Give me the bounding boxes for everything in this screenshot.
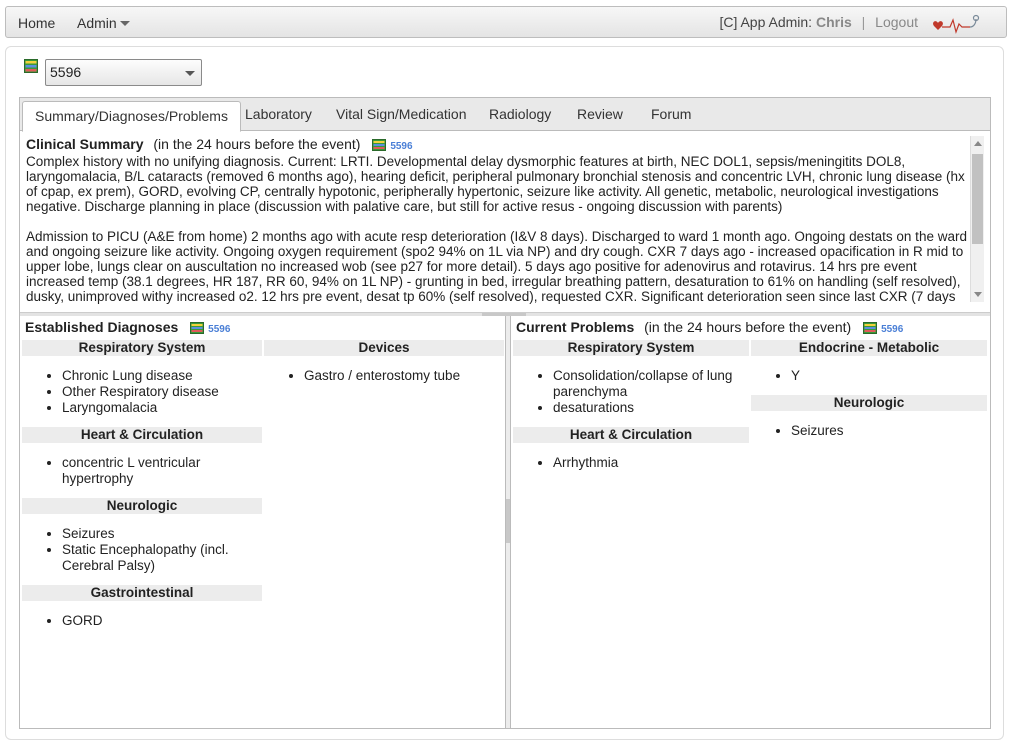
category-list: Seizures Static Encephalopathy (incl. Ce…: [22, 526, 262, 574]
clinical-summary-header: Clinical Summary (in the 24 hours before…: [26, 136, 968, 152]
chevron-down-icon: [119, 21, 130, 26]
patient-select[interactable]: 5596: [45, 59, 202, 86]
user-status: [C] App Admin: Chris | Logout: [719, 14, 918, 30]
summary-paragraph: Admission to PICU (A&E from home) 2 mont…: [26, 229, 967, 304]
tab-vital-sign-medication[interactable]: Vital Sign/Medication: [336, 106, 466, 122]
list-item: desaturations: [553, 400, 749, 416]
diagnoses-header: Established Diagnoses 5596: [25, 319, 230, 335]
database-icon[interactable]: [863, 322, 878, 334]
category-list: GORD: [22, 613, 262, 629]
category-list: Arrhythmia: [513, 455, 749, 471]
logout-link[interactable]: Logout: [875, 14, 918, 30]
database-icon: [24, 59, 38, 73]
tab-review[interactable]: Review: [577, 106, 623, 122]
list-item: Chronic Lung disease: [62, 368, 262, 384]
nav-home-link[interactable]: Home: [18, 15, 55, 31]
scroll-down-icon[interactable]: [974, 292, 982, 297]
clinical-summary-subtitle: (in the 24 hours before the event): [153, 136, 361, 152]
problems-subtitle: (in the 24 hours before the event): [644, 319, 852, 335]
patient-select-value: 5596: [50, 64, 82, 80]
list-item: Y: [791, 368, 987, 384]
diagnoses-title: Established Diagnoses: [25, 319, 179, 335]
problems-column-1: Respiratory System Consolidation/collaps…: [513, 340, 749, 482]
problems-source-link[interactable]: 5596: [881, 324, 903, 335]
list-item: Seizures: [62, 526, 262, 542]
category-heading: Respiratory System: [513, 340, 749, 356]
category-heading: Neurologic: [22, 498, 262, 514]
list-item: Other Respiratory disease: [62, 384, 262, 400]
list-item: Seizures: [791, 423, 987, 439]
category-list: Consolidation/collapse of lung parenchym…: [513, 368, 749, 416]
user-name[interactable]: Chris: [816, 14, 852, 30]
chevron-down-icon: [185, 71, 195, 76]
current-problems-panel: Current Problems (in the 24 hours before…: [511, 316, 990, 728]
tab-container: Summary/Diagnoses/Problems Laboratory Vi…: [19, 97, 991, 729]
nav-admin-menu[interactable]: Admin: [77, 15, 130, 31]
problems-title: Current Problems: [516, 319, 635, 335]
top-navbar: Home Admin [C] App Admin: Chris | Logout: [5, 6, 1007, 38]
list-item: Consolidation/collapse of lung parenchym…: [553, 368, 749, 400]
scroll-up-icon[interactable]: [974, 141, 982, 146]
category-list: concentric L ventricular hypertrophy: [22, 455, 262, 487]
summary-source-link[interactable]: 5596: [390, 141, 412, 152]
list-item: Laryngomalacia: [62, 400, 262, 416]
summary-scrollbar[interactable]: [970, 136, 984, 302]
category-heading: Heart & Circulation: [22, 427, 262, 443]
list-item: Gastro / enterostomy tube: [304, 368, 504, 384]
tab-summary[interactable]: Summary/Diagnoses/Problems: [22, 101, 241, 132]
nav-admin-label: Admin: [77, 15, 117, 31]
database-icon[interactable]: [372, 139, 387, 151]
list-item: concentric L ventricular hypertrophy: [62, 455, 262, 487]
category-heading: Heart & Circulation: [513, 427, 749, 443]
list-item: Static Encephalopathy (incl. Cerebral Pa…: [62, 542, 262, 574]
clinical-summary-panel[interactable]: Clinical Summary (in the 24 hours before…: [22, 134, 986, 304]
scrollbar-thumb[interactable]: [972, 154, 983, 244]
clinical-summary-text: Complex history with no unifying diagnos…: [26, 154, 968, 304]
tab-laboratory[interactable]: Laboratory: [245, 106, 312, 122]
list-item: Arrhythmia: [553, 455, 749, 471]
category-list: Y: [751, 368, 987, 384]
nav-separator: |: [861, 14, 866, 30]
category-list: Chronic Lung disease Other Respiratory d…: [22, 368, 262, 416]
diagnoses-column-2: Devices Gastro / enterostomy tube: [264, 340, 504, 395]
tab-forum[interactable]: Forum: [651, 106, 691, 122]
category-heading: Gastrointestinal: [22, 585, 262, 601]
diagnoses-source-link[interactable]: 5596: [208, 324, 230, 335]
category-list: Gastro / enterostomy tube: [264, 368, 504, 384]
tab-bar: Summary/Diagnoses/Problems Laboratory Vi…: [20, 98, 990, 132]
category-heading: Respiratory System: [22, 340, 262, 356]
user-role-prefix: [C] App Admin:: [719, 14, 813, 30]
category-heading: Endocrine - Metabolic: [751, 340, 987, 356]
category-heading: Devices: [264, 340, 504, 356]
category-list: Seizures: [751, 423, 987, 439]
heart-stethoscope-icon: [933, 14, 980, 35]
established-diagnoses-panel: Established Diagnoses 5596 Respiratory S…: [20, 316, 505, 728]
problems-column-2: Endocrine - Metabolic Y Neurologic Seizu…: [751, 340, 987, 450]
database-icon[interactable]: [190, 322, 205, 334]
list-item: GORD: [62, 613, 262, 629]
problems-header: Current Problems (in the 24 hours before…: [516, 319, 903, 335]
clinical-summary-title: Clinical Summary: [26, 136, 144, 152]
tab-radiology[interactable]: Radiology: [489, 106, 551, 122]
category-heading: Neurologic: [751, 395, 987, 411]
splitter-grip[interactable]: [506, 499, 510, 543]
summary-paragraph: Complex history with no unifying diagnos…: [26, 154, 965, 214]
diagnoses-column-1: Respiratory System Chronic Lung disease …: [22, 340, 262, 640]
